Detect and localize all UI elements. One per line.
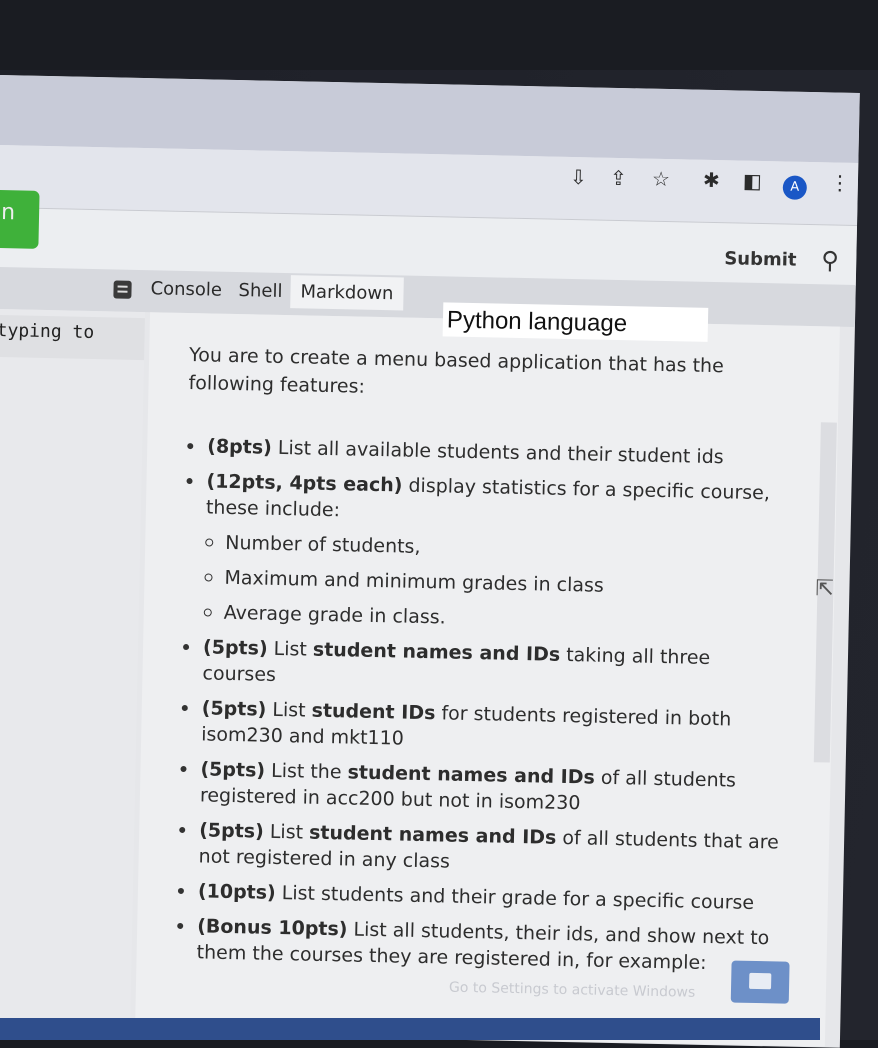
list-item: (5pts) List student names and IDs of all… (198, 817, 779, 881)
feature-list: (8pts) List all available students and t… (176, 433, 787, 977)
list-item: (Bonus 10pts) List all students, their i… (196, 913, 777, 977)
list-item: (5pts) List the student names and IDs of… (200, 756, 781, 820)
chat-icon[interactable] (730, 960, 790, 1004)
search-icon[interactable]: ⚲ (821, 246, 839, 274)
intro-paragraph: You are to create a menu based applicati… (188, 344, 724, 398)
editor-text: typing to (0, 319, 95, 344)
run-button[interactable]: n (0, 189, 40, 249)
list-item: (10pts) List students and their grade fo… (198, 878, 778, 916)
install-app-icon[interactable]: ⇩ (570, 165, 587, 189)
list-item: (8pts) List all available students and t… (207, 433, 787, 471)
share-icon[interactable]: ⇪ (610, 166, 627, 190)
code-editor-pane[interactable] (0, 308, 146, 1032)
overlay-label: Python language (446, 306, 628, 338)
assignment-text: You are to create a menu based applicati… (176, 341, 789, 986)
taskbar (0, 1018, 820, 1040)
side-panel-icon[interactable]: ◧ (743, 169, 762, 193)
submit-button[interactable]: Submit (724, 248, 797, 271)
tab-console[interactable]: Console (150, 278, 222, 300)
panel-menu-icon[interactable] (113, 280, 132, 299)
mouse-cursor-icon: ⇱ (815, 576, 835, 602)
sub-list-item: Maximum and minimum grades in class (224, 565, 784, 603)
sub-list-item: Number of students, (225, 530, 785, 568)
screen: ⌄ — ❐ ✕ ⇩ ⇪ ☆ ✱ ◧ A ⋮ n Submit ⚲ Console… (0, 75, 860, 1048)
tab-markdown[interactable]: Markdown (290, 275, 404, 311)
bookmark-star-icon[interactable]: ☆ (652, 167, 670, 191)
list-item: (5pts) List student IDs for students reg… (201, 695, 782, 759)
sub-list-item: Average grade in class. (224, 600, 784, 638)
extensions-icon[interactable]: ✱ (703, 168, 720, 192)
list-item: (5pts) List student names and IDs taking… (202, 634, 783, 698)
list-item: (12pts, 4pts each) display statistics fo… (206, 468, 787, 532)
browser-menu-icon[interactable]: ⋮ (830, 170, 850, 194)
tab-shell[interactable]: Shell (238, 280, 282, 302)
